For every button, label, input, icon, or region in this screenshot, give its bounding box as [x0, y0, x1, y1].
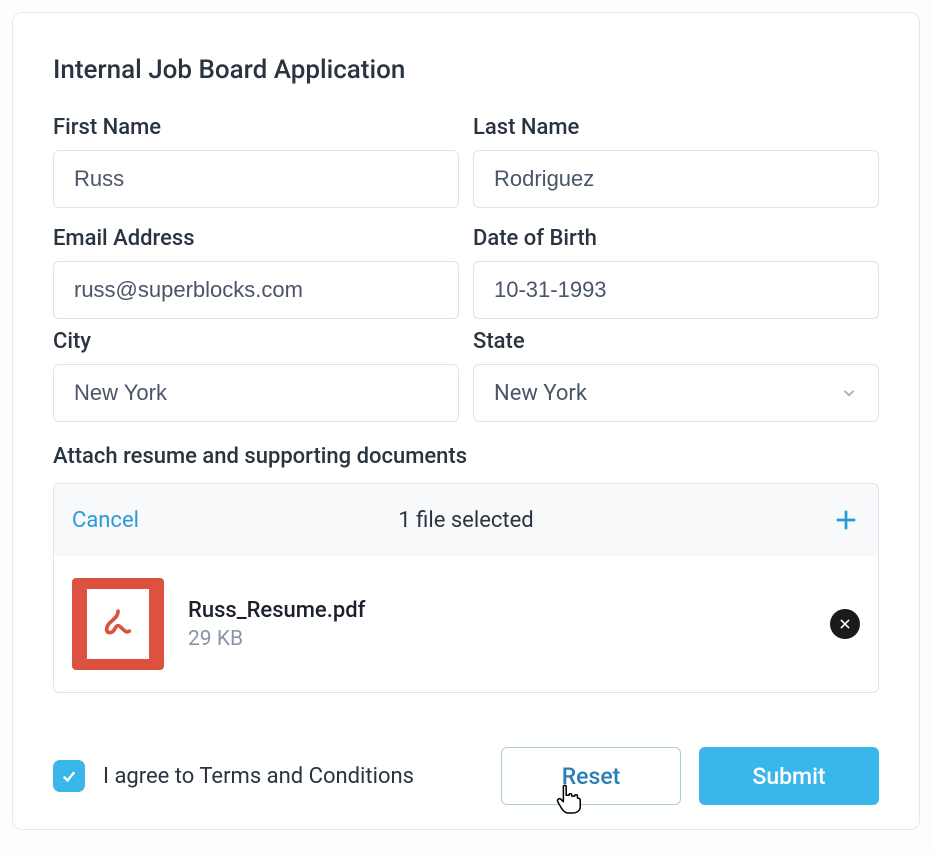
dob-input[interactable] [473, 261, 879, 319]
attach-label: Attach resume and supporting documents [53, 444, 879, 469]
submit-button[interactable]: Submit [699, 747, 879, 805]
state-select[interactable]: New York [473, 364, 879, 422]
reset-button-label: Reset [562, 763, 621, 790]
chevron-down-icon [840, 384, 858, 402]
email-label: Email Address [53, 226, 459, 251]
row-email-dob: Email Address Date of Birth [53, 226, 879, 319]
form-title: Internal Job Board Application [53, 55, 879, 85]
dob-label: Date of Birth [473, 226, 879, 251]
first-name-input[interactable] [53, 150, 459, 208]
file-row: Russ_Resume.pdf 29 KB [54, 556, 878, 692]
file-info: Russ_Resume.pdf 29 KB [188, 598, 806, 651]
field-email: Email Address [53, 226, 459, 319]
first-name-label: First Name [53, 115, 459, 140]
agree-label: I agree to Terms and Conditions [103, 764, 483, 789]
state-label: State [473, 329, 879, 354]
cancel-link[interactable]: Cancel [72, 508, 139, 533]
file-size: 29 KB [188, 627, 806, 651]
form-footer: I agree to Terms and Conditions Reset Su… [53, 747, 879, 805]
field-last-name: Last Name [473, 115, 879, 208]
pdf-thumbnail-inner [87, 589, 149, 659]
row-city-state: City State New York [53, 329, 879, 422]
file-panel: Cancel 1 file selected Russ_Resume.pdf 2… [53, 483, 879, 693]
reset-button[interactable]: Reset [501, 747, 681, 805]
last-name-label: Last Name [473, 115, 879, 140]
city-input[interactable] [53, 364, 459, 422]
close-icon [838, 617, 852, 631]
file-panel-header: Cancel 1 file selected [54, 484, 878, 556]
form-card: Internal Job Board Application First Nam… [12, 12, 920, 830]
plus-icon[interactable] [832, 506, 860, 534]
last-name-input[interactable] [473, 150, 879, 208]
file-count-status: 1 file selected [398, 508, 533, 533]
submit-button-label: Submit [752, 763, 825, 790]
remove-file-button[interactable] [830, 609, 860, 639]
row-name: First Name Last Name [53, 115, 879, 208]
email-input[interactable] [53, 261, 459, 319]
field-dob: Date of Birth [473, 226, 879, 319]
field-state: State New York [473, 329, 879, 422]
field-city: City [53, 329, 459, 422]
pdf-icon [101, 607, 135, 641]
file-name: Russ_Resume.pdf [188, 598, 806, 623]
city-label: City [53, 329, 459, 354]
check-icon [60, 767, 78, 785]
field-first-name: First Name [53, 115, 459, 208]
pdf-thumbnail [72, 578, 164, 670]
agree-checkbox[interactable] [53, 760, 85, 792]
state-select-value: New York [494, 381, 587, 406]
